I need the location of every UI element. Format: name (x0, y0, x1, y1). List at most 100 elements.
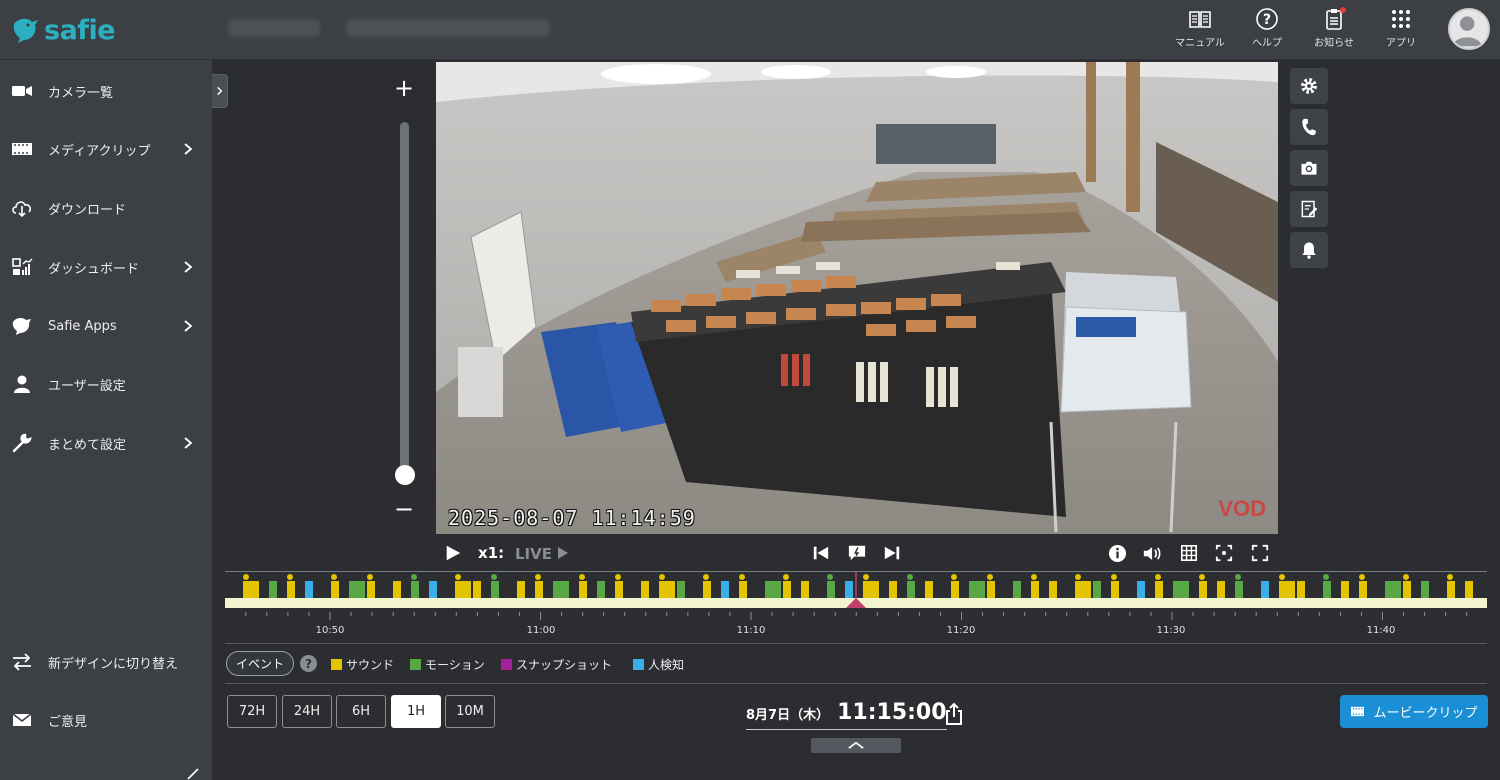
safie-logo[interactable]: safie (10, 10, 116, 50)
timeline-event-block[interactable] (1217, 581, 1225, 598)
timeline-event-block[interactable] (863, 581, 879, 598)
next-event-button[interactable] (881, 541, 903, 565)
timeline-event-block[interactable] (455, 581, 471, 598)
sidebar-item-feedback[interactable]: ご意見 (0, 697, 212, 743)
timeline-event-block[interactable] (925, 581, 933, 598)
timeline-event-block[interactable] (517, 581, 525, 598)
timeline-event-block[interactable] (1465, 581, 1473, 598)
manual-button[interactable]: マニュアル (1168, 7, 1232, 53)
timeline-event-block[interactable] (987, 581, 995, 598)
grid-view-button[interactable] (1178, 541, 1200, 565)
timeline-event-block[interactable] (1093, 581, 1101, 598)
timeline-event-block[interactable] (1155, 581, 1163, 598)
datetime-picker[interactable]: 8月7日（木） 11:15:00 (746, 700, 947, 730)
timeline-event-block[interactable] (783, 581, 791, 598)
timeline-event-block[interactable] (1279, 581, 1295, 598)
range-6h-button[interactable]: 6H (336, 695, 386, 728)
focus-view-button[interactable] (1213, 541, 1235, 565)
sidebar-item-dashboard[interactable]: ダッシュボード (0, 244, 212, 290)
timeline-event-block[interactable] (1421, 581, 1429, 598)
legend-help-icon[interactable]: ? (300, 655, 317, 672)
timeline-event-block[interactable] (1049, 581, 1057, 598)
timeline-event-block[interactable] (393, 581, 401, 598)
previous-event-button[interactable] (810, 541, 832, 565)
timeline-event-block[interactable] (1075, 581, 1091, 598)
timeline-event-block[interactable] (597, 581, 605, 598)
settings-button[interactable] (1290, 68, 1328, 104)
timeline-event-block[interactable] (677, 581, 685, 598)
sidebar-item-user-settings[interactable]: ユーザー設定 (0, 361, 212, 407)
timeline-event-block[interactable] (1341, 581, 1349, 598)
timeline-event-block[interactable] (491, 581, 499, 598)
volume-button[interactable] (1141, 541, 1165, 565)
timeline-event-block[interactable] (703, 581, 711, 598)
zoom-slider-track[interactable] (400, 122, 409, 478)
timeline-event-block[interactable] (1385, 581, 1401, 598)
camera-video-feed[interactable]: 2025-08-07 11:14:59 VOD (436, 62, 1278, 534)
snapshot-button[interactable] (1290, 150, 1328, 186)
alert-button[interactable] (1290, 232, 1328, 268)
timeline-event-block[interactable] (1403, 581, 1411, 598)
timeline-event-block[interactable] (243, 581, 259, 598)
playback-speed[interactable]: x1: (478, 544, 504, 562)
timeline-event-block[interactable] (765, 581, 781, 598)
timeline-event-block[interactable] (1199, 581, 1207, 598)
timeline-event-block[interactable] (889, 581, 897, 598)
range-72h-button[interactable]: 72H (227, 695, 277, 728)
sidebar-collapse-toggle[interactable] (212, 74, 228, 108)
info-button[interactable] (1106, 541, 1128, 565)
sidebar-item-download[interactable]: ダウンロード (0, 185, 212, 231)
timeline-event-block[interactable] (331, 581, 339, 598)
timeline-event-block[interactable] (1137, 581, 1145, 598)
playhead-handle[interactable] (846, 598, 866, 608)
timeline-event-block[interactable] (1323, 581, 1331, 598)
timeline-event-block[interactable] (907, 581, 915, 598)
timeline-event-block[interactable] (579, 581, 587, 598)
timeline-event-block[interactable] (1447, 581, 1455, 598)
timeline-event-block[interactable] (1235, 581, 1243, 598)
timeline-event-block[interactable] (615, 581, 623, 598)
timeline-event-block[interactable] (473, 581, 481, 598)
timeline-event-block[interactable] (287, 581, 295, 598)
timeline-event-block[interactable] (659, 581, 675, 598)
timeline-event-block[interactable] (1359, 581, 1367, 598)
sidebar-item-camera-list[interactable]: カメラ一覧 (0, 68, 212, 114)
live-button[interactable]: LIVE (515, 545, 569, 563)
share-button[interactable] (944, 702, 964, 726)
zoom-out-button[interactable]: − (394, 497, 414, 521)
timeline-event-block[interactable] (969, 581, 985, 598)
timeline-event-block[interactable] (951, 581, 959, 598)
zoom-slider-handle[interactable] (395, 465, 415, 485)
timeline-event-block[interactable] (739, 581, 747, 598)
event-marker-button[interactable] (845, 541, 869, 565)
timeline-event-block[interactable] (349, 581, 365, 598)
movie-clip-button[interactable]: ムービークリップ (1340, 695, 1488, 728)
notifications-button[interactable]: お知らせ (1302, 7, 1366, 53)
fullscreen-button[interactable] (1249, 541, 1271, 565)
timeline-event-block[interactable] (1013, 581, 1021, 598)
range-1h-button[interactable]: 1H (391, 695, 441, 728)
user-avatar[interactable] (1448, 8, 1490, 50)
timeline-event-block[interactable] (305, 581, 313, 598)
sidebar-item-bulk-settings[interactable]: まとめて設定 (0, 420, 212, 466)
timeline-event-block[interactable] (411, 581, 419, 598)
timeline-event-block[interactable] (1261, 581, 1269, 598)
timeline-event-block[interactable] (269, 581, 277, 598)
event-filter-button[interactable]: イベント (226, 651, 294, 676)
timeline-event-block[interactable] (535, 581, 543, 598)
help-button[interactable]: ? ヘルプ (1235, 7, 1299, 53)
call-button[interactable] (1290, 109, 1328, 145)
sidebar-item-safie-apps[interactable]: Safie Apps (0, 303, 212, 349)
timeline-event-block[interactable] (827, 581, 835, 598)
event-timeline[interactable] (225, 571, 1487, 609)
timeline-event-block[interactable] (1111, 581, 1119, 598)
apps-button[interactable]: アプリ (1369, 7, 1433, 53)
timeline-event-block[interactable] (721, 581, 729, 598)
sidebar-item-media-clip[interactable]: メディアクリップ (0, 126, 212, 172)
timeline-event-block[interactable] (1297, 581, 1305, 598)
timeline-event-block[interactable] (801, 581, 809, 598)
report-button[interactable] (1290, 191, 1328, 227)
timeline-event-block[interactable] (553, 581, 569, 598)
zoom-in-button[interactable]: + (394, 76, 414, 100)
timeline-event-block[interactable] (1173, 581, 1189, 598)
